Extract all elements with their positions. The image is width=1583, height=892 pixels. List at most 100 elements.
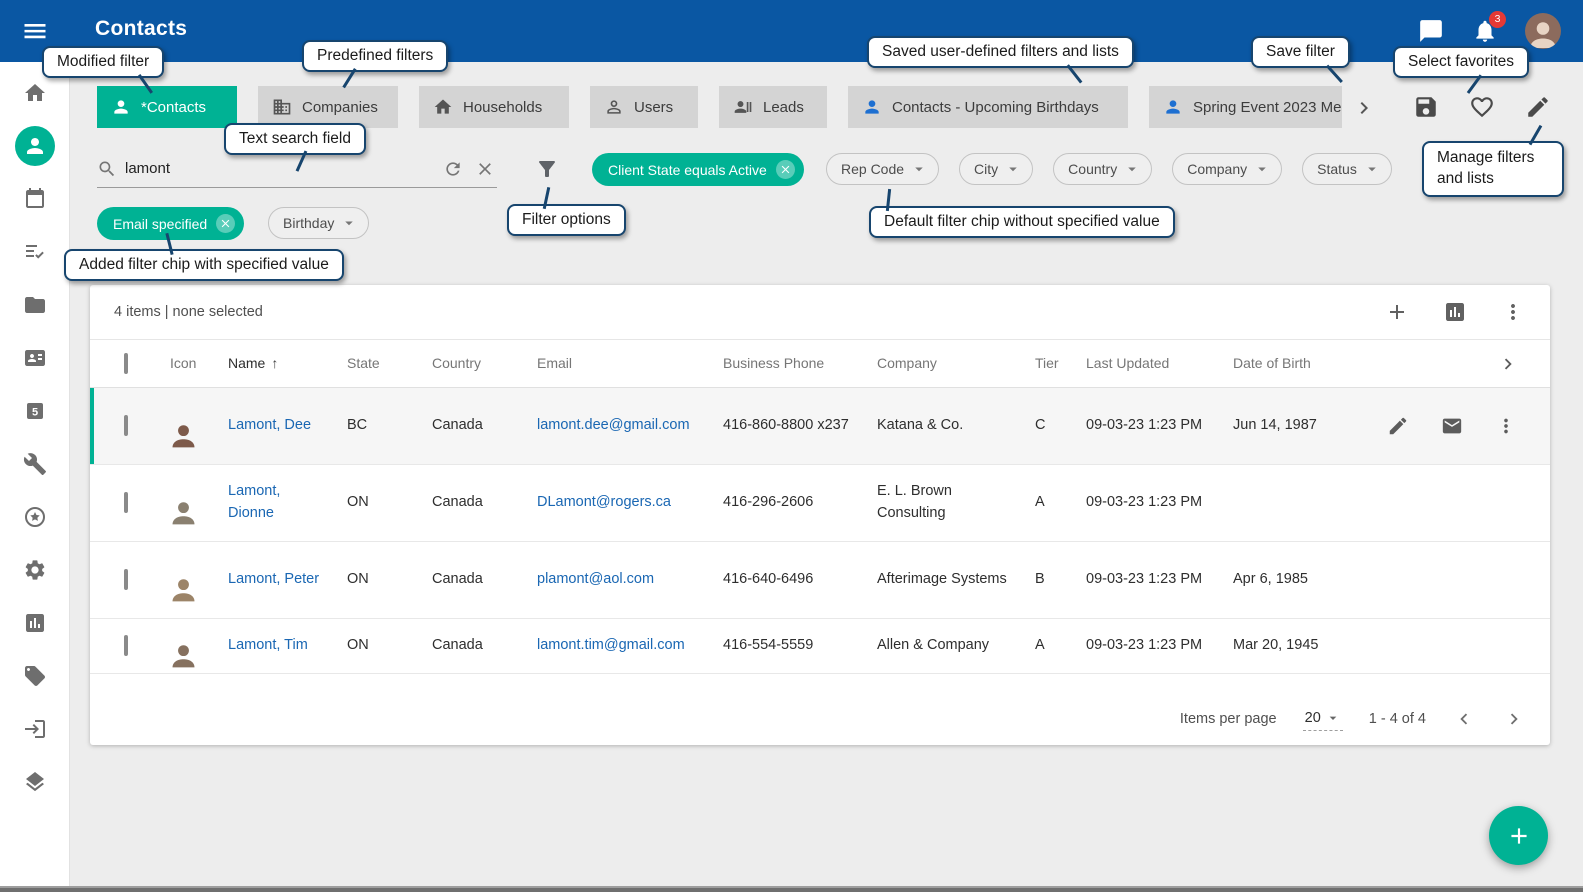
remove-chip-button[interactable] <box>216 214 235 233</box>
cell-state: ON <box>337 486 422 520</box>
sidebar-item-contacts[interactable] <box>0 119 70 172</box>
row-checkbox[interactable] <box>124 415 128 436</box>
tab-contacts[interactable]: *Contacts <box>97 86 237 128</box>
chip-label: Company <box>1187 161 1247 177</box>
contact-email-link[interactable]: plamont@aol.com <box>537 571 654 587</box>
contact-email-link[interactable]: lamont.dee@gmail.com <box>537 417 690 433</box>
sidebar-item-calendar[interactable] <box>0 172 70 225</box>
sidebar-item-campaigns[interactable] <box>0 490 70 543</box>
sidebar-item-opportunities[interactable] <box>0 384 70 437</box>
sidebar-item-service[interactable] <box>0 437 70 490</box>
sidebar-item-tags[interactable] <box>0 649 70 702</box>
contact-name-link[interactable]: Lamont, Tim <box>228 637 308 653</box>
items-per-page-select[interactable]: 20 <box>1303 708 1343 731</box>
search-refresh-button[interactable] <box>441 157 465 181</box>
tab-leads[interactable]: Leads <box>719 86 827 128</box>
messages-button[interactable] <box>1417 17 1445 45</box>
table-row[interactable]: Lamont, Dee BC Canada lamont.dee@gmail.c… <box>90 388 1550 465</box>
next-page-button[interactable] <box>1502 707 1526 731</box>
manage-filters-button[interactable] <box>1524 93 1552 121</box>
tab-companies[interactable]: Companies <box>258 86 398 128</box>
window-bottom-edge <box>0 886 1583 892</box>
column-header-updated[interactable]: Last Updated <box>1076 347 1223 380</box>
save-filter-button[interactable] <box>1412 93 1440 121</box>
hamburger-menu-button[interactable] <box>20 16 50 46</box>
email-contact-button[interactable] <box>1440 414 1464 438</box>
address-book-icon <box>23 346 47 370</box>
edit-contact-button[interactable] <box>1386 414 1410 438</box>
table-row[interactable]: Lamont, Tim ON Canada lamont.tim@gmail.c… <box>90 619 1550 674</box>
cell-state: ON <box>337 629 422 663</box>
row-checkbox[interactable] <box>124 635 128 656</box>
filter-chip-company[interactable]: Company <box>1172 153 1282 185</box>
row-more-options-button[interactable] <box>1494 414 1518 438</box>
sidebar-item-reports[interactable] <box>0 596 70 649</box>
tab-saved-upcoming-birthdays[interactable]: Contacts - Upcoming Birthdays <box>848 86 1128 128</box>
column-header-company[interactable]: Company <box>867 347 1025 380</box>
exit-icon <box>23 717 47 741</box>
add-column-button[interactable] <box>1384 299 1410 325</box>
table-row[interactable]: Lamont, Dionne ON Canada DLamont@rogers.… <box>90 465 1550 542</box>
column-header-icon[interactable]: Icon <box>160 347 218 380</box>
row-checkbox[interactable] <box>124 492 128 513</box>
sidebar-item-settings[interactable] <box>0 543 70 596</box>
filter-chip-rep-code[interactable]: Rep Code <box>826 153 939 185</box>
home-icon <box>23 81 47 105</box>
column-chart-button[interactable] <box>1442 299 1468 325</box>
callout-text: Save filter <box>1266 43 1335 60</box>
column-header-phone[interactable]: Business Phone <box>713 347 867 380</box>
filter-chip-city[interactable]: City <box>959 153 1033 185</box>
column-header-dob[interactable]: Date of Birth <box>1223 347 1350 380</box>
add-contact-fab[interactable] <box>1489 806 1548 865</box>
tab-saved-spring-event[interactable]: Spring Event 2023 Me <box>1149 86 1342 128</box>
column-header-name[interactable]: Name↑ <box>218 347 337 380</box>
contact-name-link[interactable]: Lamont, Dee <box>228 417 311 433</box>
tab-users[interactable]: Users <box>590 86 698 128</box>
column-header-country[interactable]: Country <box>422 347 527 380</box>
favorites-button[interactable] <box>1468 93 1496 121</box>
contact-email-link[interactable]: lamont.tim@gmail.com <box>537 637 685 653</box>
row-checkbox[interactable] <box>124 569 128 590</box>
previous-page-button[interactable] <box>1452 707 1476 731</box>
column-header-state[interactable]: State <box>337 347 422 380</box>
list-more-options-button[interactable] <box>1500 299 1526 325</box>
sidebar-item-import-export[interactable] <box>0 702 70 755</box>
caret-down-icon <box>340 214 358 232</box>
remove-chip-button[interactable] <box>776 160 795 179</box>
callout-manage-filters: Manage filters and lists <box>1422 141 1564 197</box>
contact-email-link[interactable]: DLamont@rogers.ca <box>537 494 671 510</box>
column-header-email[interactable]: Email <box>527 347 713 380</box>
search-clear-button[interactable] <box>473 157 497 181</box>
user-avatar[interactable] <box>1525 13 1561 49</box>
cell-updated: 09-03-23 1:23 PM <box>1076 629 1223 663</box>
filter-chip-client-state[interactable]: Client State equals Active <box>592 153 804 186</box>
tab-households[interactable]: Households <box>419 86 569 128</box>
toolbar-icons <box>1384 299 1526 325</box>
contact-name-link[interactable]: Lamont, Dionne <box>228 483 280 521</box>
filter-chip-birthday[interactable]: Birthday <box>268 207 369 239</box>
chip-label: Email specified <box>113 216 207 232</box>
list-toolbar: 4 items | none selected <box>90 285 1550 340</box>
notifications-button[interactable]: 3 <box>1471 17 1499 45</box>
scroll-columns-button[interactable] <box>1496 352 1520 376</box>
sidebar-item-catalogs[interactable] <box>0 755 70 808</box>
sort-ascending-icon: ↑ <box>271 355 278 371</box>
filter-chip-country[interactable]: Country <box>1053 153 1152 185</box>
sidebar-item-address-book[interactable] <box>0 331 70 384</box>
filter-chip-email-specified[interactable]: Email specified <box>97 207 244 240</box>
row-actions <box>1350 414 1526 438</box>
sidebar-item-documents[interactable] <box>0 278 70 331</box>
search-input[interactable] <box>125 160 433 177</box>
filter-chip-status[interactable]: Status <box>1302 153 1392 185</box>
more-tabs-button[interactable] <box>1352 96 1376 120</box>
sidebar-item-tasks[interactable] <box>0 225 70 278</box>
tab-label: Companies <box>302 99 378 116</box>
select-all-checkbox[interactable] <box>124 353 128 374</box>
pagination: Items per page 20 1 - 4 of 4 <box>1180 707 1526 731</box>
entity-tab-bar: *Contacts Companies Households Users Lea… <box>97 86 1342 128</box>
cell-updated: 09-03-23 1:23 PM <box>1076 486 1223 520</box>
column-header-tier[interactable]: Tier <box>1025 347 1076 380</box>
filter-options-button[interactable] <box>533 155 561 183</box>
table-row[interactable]: Lamont, Peter ON Canada plamont@aol.com … <box>90 542 1550 619</box>
contact-name-link[interactable]: Lamont, Peter <box>228 571 319 587</box>
